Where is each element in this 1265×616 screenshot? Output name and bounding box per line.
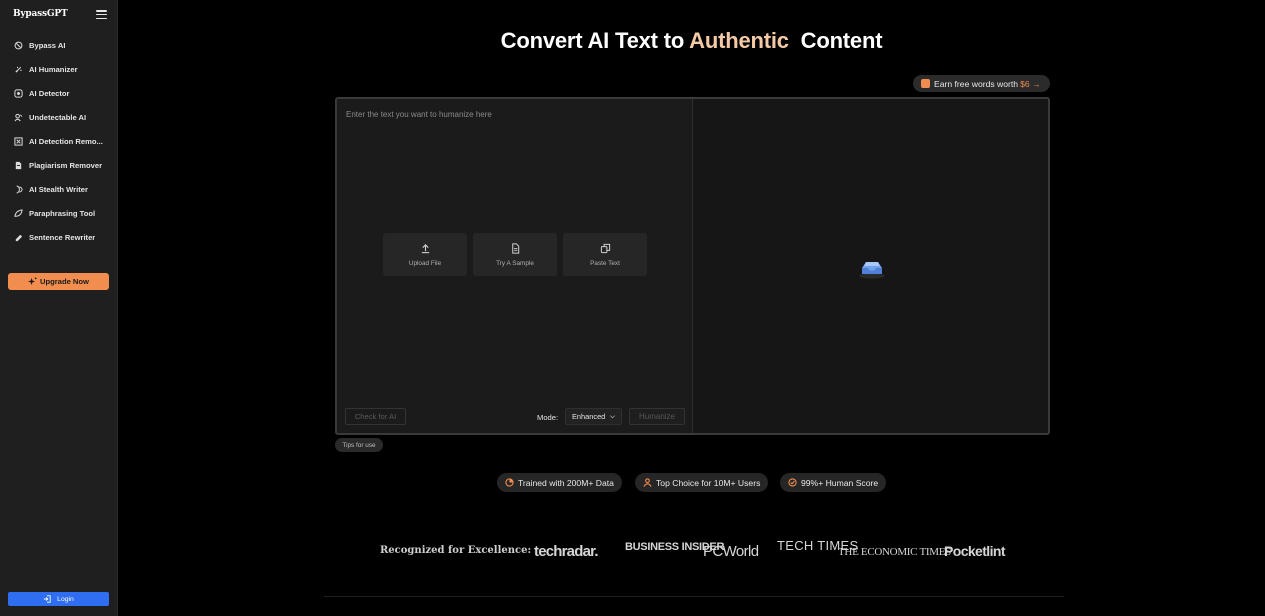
sidebar-item-label: AI Detector xyxy=(29,88,70,98)
pcworld-logo: PCWorld xyxy=(703,543,759,560)
paste-text-label: Paste Text xyxy=(590,259,620,267)
business-insider-logo: BUSINESS INSIDER xyxy=(625,541,725,553)
title-part-1: Convert AI Text to xyxy=(500,28,690,53)
title-highlight: Authentic xyxy=(689,28,789,53)
mode-select[interactable]: Enhanced xyxy=(565,408,622,425)
sparkle-icon xyxy=(28,277,37,286)
paraphrase-icon xyxy=(13,208,23,218)
badge-top-choice: Top Choice for 10M+ Users xyxy=(635,473,769,492)
upload-file-button[interactable]: Upload File xyxy=(383,233,467,276)
pocketlint-logo: Pocketlint xyxy=(944,543,1006,559)
sidebar-item-label: AI Stealth Writer xyxy=(29,184,88,194)
login-button[interactable]: Login xyxy=(8,592,109,606)
recognized-label: Recognized for Excellence: xyxy=(380,545,532,556)
check-for-ai-button[interactable]: Check for AI xyxy=(345,408,406,425)
upgrade-now-button[interactable]: Upgrade Now xyxy=(8,273,109,290)
sidebar-item-label: Bypass AI xyxy=(29,40,66,50)
chevron-down-icon xyxy=(610,415,615,419)
hamburger-menu-icon[interactable] xyxy=(96,10,107,20)
try-sample-label: Try A Sample xyxy=(496,259,534,267)
upgrade-now-label: Upgrade Now xyxy=(40,277,89,286)
input-pane[interactable]: Enter the text you want to humanize here… xyxy=(337,99,693,433)
rewriter-icon xyxy=(13,232,23,242)
sidebar-item-ai-detector[interactable]: AI Detector xyxy=(0,81,118,105)
humanizer-editor: Enter the text you want to humanize here… xyxy=(335,97,1050,435)
users-icon xyxy=(643,478,652,487)
upload-icon xyxy=(421,243,429,253)
sidebar-item-paraphrasing-tool[interactable]: Paraphrasing Tool xyxy=(0,201,118,225)
badge-label: Trained with 200M+ Data xyxy=(518,477,614,488)
sidebar-nav: Bypass AI AI Humanizer AI Detector Undet… xyxy=(0,33,118,249)
gift-icon xyxy=(921,79,930,88)
sidebar-item-undetectable-ai[interactable]: Undetectable AI xyxy=(0,105,118,129)
sidebar-item-label: Sentence Rewriter xyxy=(29,232,96,242)
login-label: Login xyxy=(57,595,74,603)
badge-label: 99%+ Human Score xyxy=(801,477,879,488)
earn-free-words-pill[interactable]: Earn free words worth $6 → xyxy=(913,75,1050,92)
paste-text-button[interactable]: Paste Text xyxy=(563,233,647,276)
humanize-button[interactable]: Humanize xyxy=(629,408,685,425)
mode-value: Enhanced xyxy=(572,412,606,421)
output-pane xyxy=(694,99,1048,433)
login-icon xyxy=(43,595,51,603)
mode-label: Mode: xyxy=(537,413,559,422)
chart-icon xyxy=(505,478,514,487)
techradar-logo: techradar. xyxy=(534,543,599,560)
stealth-writer-icon xyxy=(13,184,23,194)
page-title: Convert AI Text to Authentic Content xyxy=(118,28,1265,54)
sidebar-item-bypass-ai[interactable]: Bypass AI xyxy=(0,33,118,57)
empty-inbox-icon xyxy=(859,262,885,279)
sidebar-item-plagiarism-remover[interactable]: Plagiarism Remover xyxy=(0,153,118,177)
undetectable-icon xyxy=(13,112,23,122)
upload-file-label: Upload File xyxy=(408,259,442,267)
title-part-2: Content xyxy=(788,28,883,53)
detector-icon xyxy=(13,88,23,98)
badge-label: Top Choice for 10M+ Users xyxy=(656,477,761,488)
badge-human-score: 99%+ Human Score xyxy=(780,473,887,492)
copy-icon xyxy=(600,243,610,253)
earn-amount: $6 → xyxy=(1020,78,1041,89)
check-circle-icon xyxy=(788,478,797,487)
sidebar-item-sentence-rewriter[interactable]: Sentence Rewriter xyxy=(0,225,118,249)
humanizer-icon xyxy=(13,64,23,74)
tips-for-use-button[interactable]: Tips for use xyxy=(335,438,383,452)
sidebar-item-label: AI Humanizer xyxy=(29,64,78,74)
earn-text: Earn free words worth xyxy=(934,78,1019,89)
try-sample-button[interactable]: Try A Sample xyxy=(473,233,557,276)
sidebar-item-ai-detection-remover[interactable]: AI Detection Remo... xyxy=(0,129,118,153)
detection-remover-icon xyxy=(13,136,23,146)
text-input-placeholder[interactable]: Enter the text you want to humanize here xyxy=(346,110,492,119)
sidebar-item-ai-humanizer[interactable]: AI Humanizer xyxy=(0,57,118,81)
sidebar-item-label: AI Detection Remo... xyxy=(29,136,103,146)
tech-times-logo: TECH TIMES xyxy=(777,538,859,553)
bypass-icon xyxy=(13,40,23,50)
document-icon xyxy=(511,242,519,254)
footer-divider xyxy=(324,596,1064,597)
sidebar-item-ai-stealth-writer[interactable]: AI Stealth Writer xyxy=(0,177,118,201)
brand-logo[interactable]: BypassGPT xyxy=(13,9,68,19)
sidebar: BypassGPT Bypass AI AI Humanizer AI Dete… xyxy=(0,0,118,616)
sidebar-item-label: Plagiarism Remover xyxy=(29,160,103,170)
economic-times-logo: THE ECONOMIC TIMES xyxy=(838,546,951,558)
badge-trained-data: Trained with 200M+ Data xyxy=(497,473,622,492)
plagiarism-icon xyxy=(13,160,23,170)
sidebar-item-label: Paraphrasing Tool xyxy=(29,208,96,218)
sidebar-item-label: Undetectable AI xyxy=(29,112,87,122)
